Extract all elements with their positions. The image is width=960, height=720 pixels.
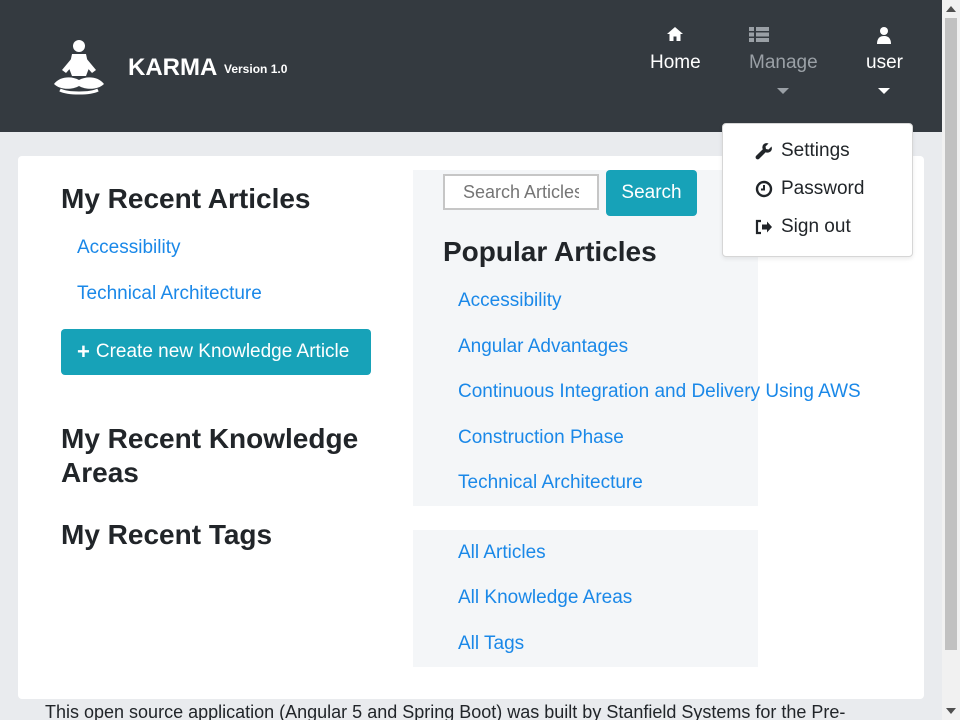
recent-tags-heading: My Recent Tags — [61, 519, 273, 550]
nav-manage[interactable]: Manage — [749, 26, 818, 94]
popular-article-link[interactable]: Continuous Integration and Delivery Usin… — [458, 381, 861, 403]
menu-item-label: Sign out — [781, 216, 851, 237]
nav-home-label: Home — [650, 52, 701, 73]
recent-articles-heading: My Recent Articles — [61, 183, 311, 214]
recent-article-link[interactable]: Technical Architecture — [77, 283, 262, 305]
all-tags-link[interactable]: All Tags — [458, 633, 524, 655]
brand-version: Version 1.0 — [224, 62, 288, 76]
popular-articles-heading: Popular Articles — [443, 236, 657, 267]
recent-knowledge-areas-heading: My Recent Knowledge Areas — [61, 422, 358, 490]
scrollbar-thumb[interactable] — [945, 18, 957, 650]
menu-item-label: Password — [781, 178, 865, 199]
user-dropdown-menu: Settings Password Sign out — [722, 123, 913, 257]
list-icon — [749, 26, 818, 46]
nav-home[interactable]: Home — [650, 26, 701, 74]
nav-manage-label: Manage — [749, 52, 818, 73]
menu-item-label: Settings — [781, 140, 850, 161]
scroll-down-arrow-icon[interactable] — [946, 708, 956, 714]
nav-user[interactable]: user — [866, 26, 903, 94]
popular-article-link[interactable]: Accessibility — [458, 290, 561, 312]
scroll-up-arrow-icon[interactable] — [946, 6, 956, 12]
brand-name[interactable]: KARMA — [128, 54, 217, 82]
menu-item-settings[interactable]: Settings — [755, 140, 850, 162]
meditation-logo-icon[interactable] — [50, 38, 108, 96]
clock-icon — [755, 180, 773, 198]
sign-out-icon — [755, 219, 772, 235]
all-knowledge-areas-link[interactable]: All Knowledge Areas — [458, 587, 632, 609]
menu-item-sign-out[interactable]: Sign out — [755, 216, 851, 238]
chevron-down-icon — [878, 88, 891, 94]
create-article-label: Create new Knowledge Article — [95, 341, 350, 362]
chevron-down-icon — [777, 88, 790, 94]
plus-icon: + — [77, 339, 90, 364]
footer-text: This open source application (Angular 5 … — [45, 702, 846, 720]
recent-article-link[interactable]: Accessibility — [77, 237, 180, 259]
heading-line: Areas — [61, 457, 139, 488]
nav-user-label: user — [866, 52, 903, 73]
search-button[interactable]: Search — [606, 170, 697, 216]
all-articles-link[interactable]: All Articles — [458, 542, 546, 564]
heading-line: My Recent Knowledge — [61, 423, 359, 454]
search-input[interactable] — [443, 174, 599, 210]
popular-article-link[interactable]: Construction Phase — [458, 427, 624, 449]
wrench-icon — [755, 143, 772, 160]
user-icon — [866, 26, 903, 46]
menu-item-password[interactable]: Password — [755, 178, 864, 200]
popular-article-link[interactable]: Technical Architecture — [458, 472, 643, 494]
create-article-button[interactable]: + Create new Knowledge Article — [61, 329, 371, 375]
navbar: KARMA Version 1.0 Home Manage user — [0, 0, 942, 132]
home-icon — [650, 26, 701, 46]
vertical-scrollbar[interactable] — [942, 0, 960, 720]
popular-article-link[interactable]: Angular Advantages — [458, 336, 628, 358]
